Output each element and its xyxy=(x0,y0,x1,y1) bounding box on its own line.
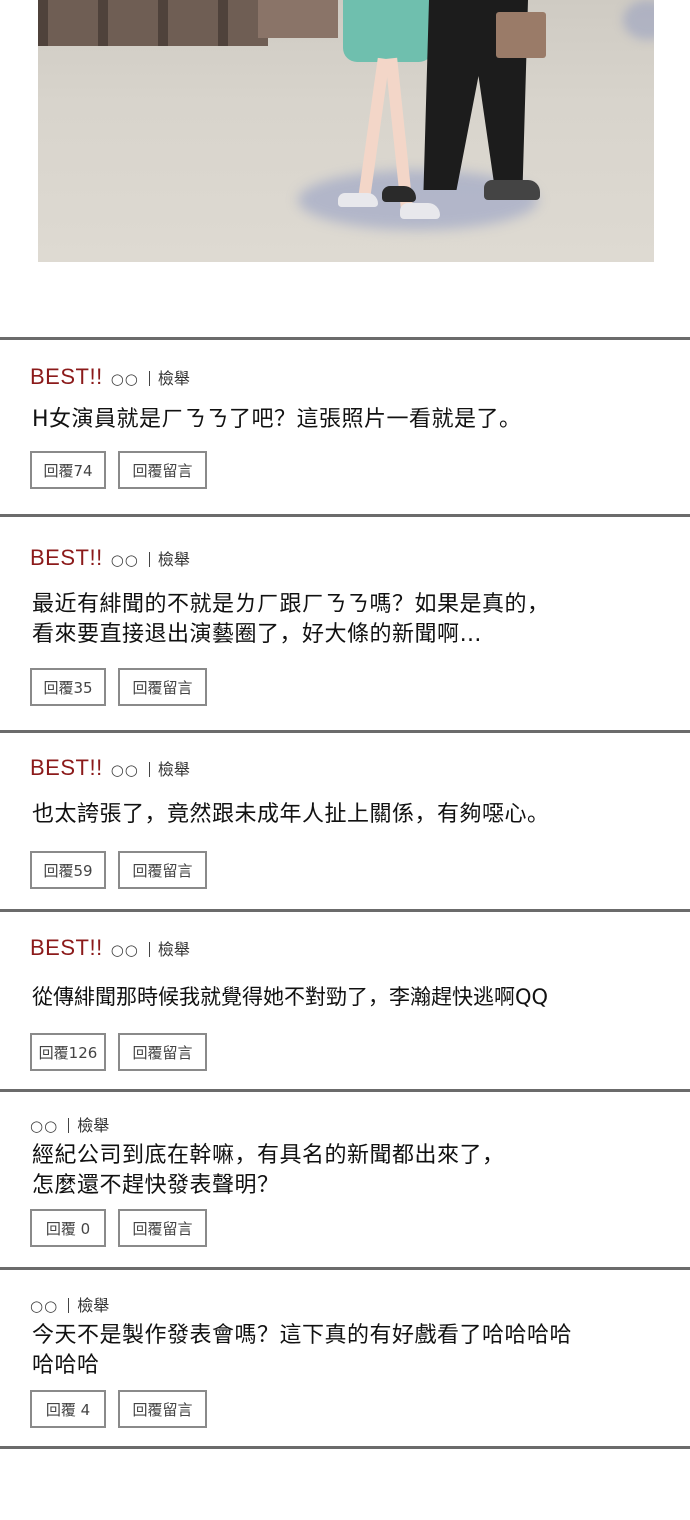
report-link[interactable]: 檢舉 xyxy=(158,546,190,570)
comment-meta: ○○ 檢舉 xyxy=(30,1292,109,1316)
leave-reply-button[interactable]: 回覆留言 xyxy=(118,1209,207,1247)
best-badge: BEST!! xyxy=(30,755,103,780)
leave-reply-button[interactable]: 回覆留言 xyxy=(118,451,207,489)
report-link[interactable]: 檢舉 xyxy=(77,1292,109,1316)
reply-count-button[interactable]: 回覆126 xyxy=(30,1033,106,1071)
fence xyxy=(38,0,268,46)
woman-skirt xyxy=(343,0,433,62)
username: ○○ xyxy=(110,370,139,388)
leave-reply-button[interactable]: 回覆留言 xyxy=(118,1390,207,1428)
divider xyxy=(0,730,690,733)
divider xyxy=(0,909,690,912)
username: ○○ xyxy=(30,1117,59,1135)
shopping-bag xyxy=(496,12,546,58)
username: ○○ xyxy=(30,1297,59,1315)
comment-meta: BEST!! ○○ 檢舉 xyxy=(30,755,190,781)
report-link[interactable]: 檢舉 xyxy=(158,936,190,960)
comment-meta: BEST!! ○○ 檢舉 xyxy=(30,935,190,961)
comment-text: 今天不是製作發表會嗎？這下真的有好戲看了哈哈哈哈 哈哈哈 xyxy=(32,1323,573,1378)
comment-meta: BEST!! ○○ 檢舉 xyxy=(30,364,190,390)
divider xyxy=(0,1089,690,1092)
reply-count-button[interactable]: 回覆59 xyxy=(30,851,106,889)
best-badge: BEST!! xyxy=(30,545,103,570)
leave-reply-button[interactable]: 回覆留言 xyxy=(118,668,207,706)
divider xyxy=(0,1267,690,1270)
divider xyxy=(0,1446,690,1449)
report-link[interactable]: 檢舉 xyxy=(158,756,190,780)
report-link[interactable]: 檢舉 xyxy=(77,1112,109,1136)
reply-count-button[interactable]: 回覆35 xyxy=(30,668,106,706)
divider xyxy=(0,514,690,517)
leave-reply-button[interactable]: 回覆留言 xyxy=(118,851,207,889)
comic-panel-image xyxy=(38,0,654,262)
reply-count-button[interactable]: 回覆74 xyxy=(30,451,106,489)
comment-meta: BEST!! ○○ 檢舉 xyxy=(30,545,190,571)
username: ○○ xyxy=(110,761,139,779)
best-badge: BEST!! xyxy=(30,935,103,960)
best-badge: BEST!! xyxy=(30,364,103,389)
report-link[interactable]: 檢舉 xyxy=(158,365,190,389)
comment-text: 最近有緋聞的不就是ㄌㄏ跟ㄏㄋㄋ嗎？如果是真的， 看來要直接退出演藝圈了，好大條的… xyxy=(32,592,550,647)
comment-text: 經紀公司到底在幹嘛，有具名的新聞都出來了， 怎麼還不趕快發表聲明？ xyxy=(32,1143,505,1198)
divider xyxy=(0,337,690,340)
comment-text: 也太誇張了，竟然跟未成年人扯上關係，有夠噁心。 xyxy=(32,802,550,827)
comment-text: H女演員就是ㄏㄋㄋ了吧？這張照片一看就是了。 xyxy=(32,407,522,432)
leave-reply-button[interactable]: 回覆留言 xyxy=(118,1033,207,1071)
planter xyxy=(258,0,338,38)
username: ○○ xyxy=(110,941,139,959)
reply-count-button[interactable]: 回覆 0 xyxy=(30,1209,106,1247)
username: ○○ xyxy=(110,551,139,569)
reply-count-button[interactable]: 回覆 4 xyxy=(30,1390,106,1428)
comment-text: 從傳緋聞那時候我就覺得她不對勁了，李瀚趕快逃啊QQ xyxy=(32,985,549,1009)
comment-meta: ○○ 檢舉 xyxy=(30,1112,109,1136)
